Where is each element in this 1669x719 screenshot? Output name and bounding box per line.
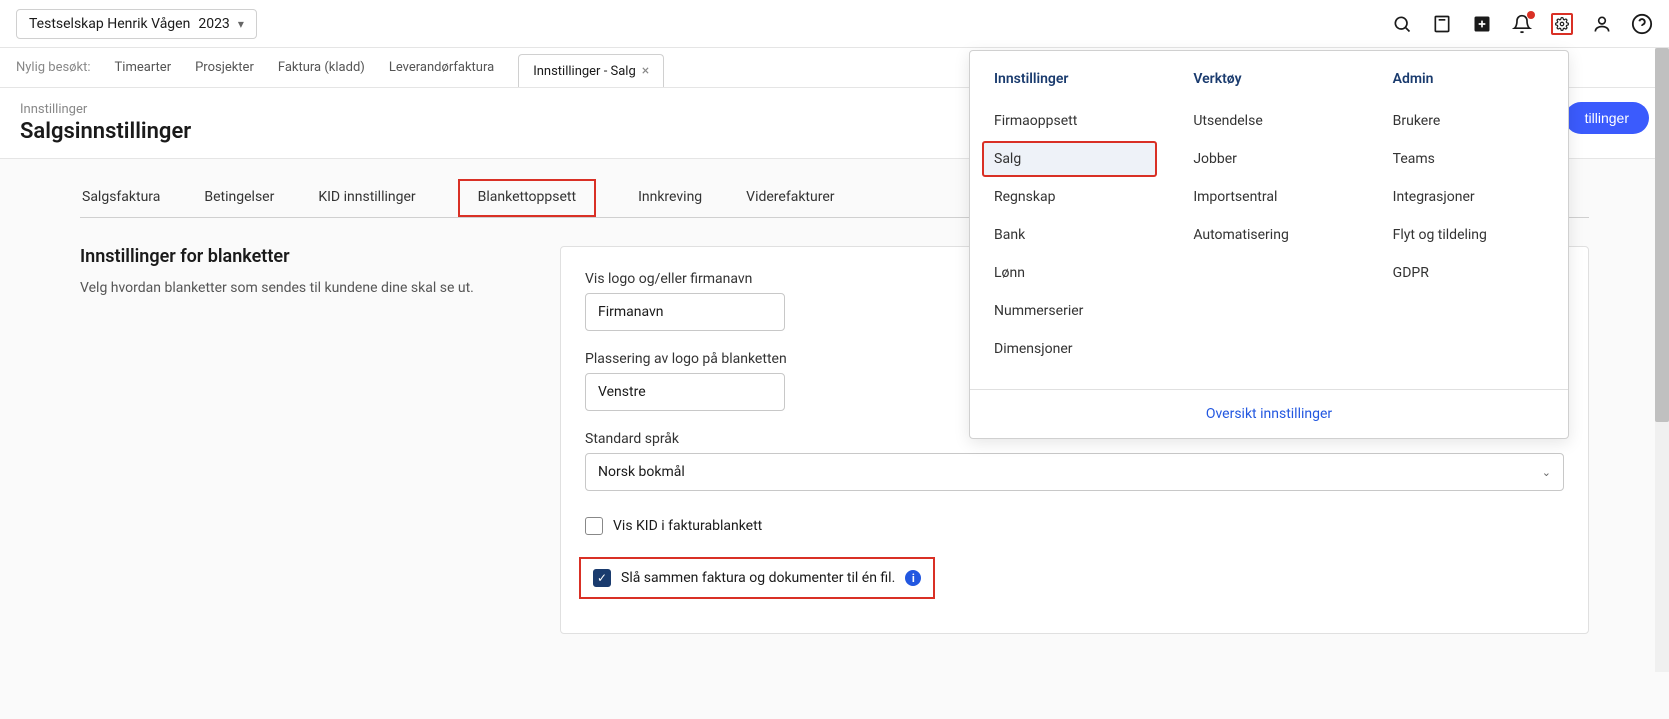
breadcrumb: Innstillinger — [20, 102, 191, 117]
section-heading: Innstillinger for blanketter — [80, 246, 500, 267]
language-value: Norsk bokmål — [598, 464, 685, 480]
position-value: Venstre — [598, 384, 646, 400]
menu-col-title: Innstillinger — [994, 71, 1145, 87]
recent-link[interactable]: Timearter — [115, 60, 172, 75]
recent-link[interactable]: Faktura (kladd) — [278, 60, 365, 75]
merge-checkbox-row[interactable]: ✓ Slå sammen faktura og dokumenter til é… — [579, 557, 935, 599]
tab-innkreving[interactable]: Innkreving — [636, 179, 704, 217]
merge-checkbox[interactable]: ✓ — [593, 569, 611, 587]
recent-link[interactable]: Leverandørfaktura — [389, 60, 494, 75]
close-icon[interactable]: × — [642, 63, 649, 79]
menu-item-flyt[interactable]: Flyt og tildeling — [1381, 217, 1556, 253]
section-description: Velg hvordan blanketter som sendes til k… — [80, 279, 500, 299]
menu-item-lonn[interactable]: Lønn — [982, 255, 1157, 291]
company-name: Testselskap Henrik Vågen — [29, 16, 190, 32]
logo-value: Firmanavn — [598, 304, 664, 320]
save-button[interactable]: tillinger — [1565, 102, 1649, 134]
menu-item-utsendelse[interactable]: Utsendelse — [1181, 103, 1356, 139]
info-icon[interactable]: i — [905, 570, 921, 586]
kid-checkbox-row[interactable]: Vis KID i fakturablankett — [585, 511, 1564, 541]
menu-col-title: Admin — [1393, 71, 1544, 87]
tab-betingelser[interactable]: Betingelser — [202, 179, 276, 217]
menu-item-firmaoppsett[interactable]: Firmaoppsett — [982, 103, 1157, 139]
company-year-selector[interactable]: Testselskap Henrik Vågen 2023 ▾ — [16, 9, 257, 39]
company-year: 2023 — [198, 16, 229, 32]
scrollbar-thumb[interactable] — [1655, 48, 1669, 422]
add-icon[interactable] — [1471, 13, 1493, 35]
menu-item-teams[interactable]: Teams — [1381, 141, 1556, 177]
notifications-icon[interactable] — [1511, 13, 1533, 35]
merge-checkbox-label: Slå sammen faktura og dokumenter til én … — [621, 570, 895, 586]
kid-checkbox[interactable] — [585, 517, 603, 535]
search-icon[interactable] — [1391, 13, 1413, 35]
menu-footer-link[interactable]: Oversikt innstillinger — [1206, 406, 1332, 422]
menu-item-importsentral[interactable]: Importsentral — [1181, 179, 1356, 215]
settings-gear-icon[interactable] — [1551, 13, 1573, 35]
user-icon[interactable] — [1591, 13, 1613, 35]
notification-dot — [1527, 11, 1535, 19]
menu-item-automatisering[interactable]: Automatisering — [1181, 217, 1356, 253]
calculator-icon[interactable] — [1431, 13, 1453, 35]
menu-item-bank[interactable]: Bank — [982, 217, 1157, 253]
recent-label: Nylig besøkt: — [16, 60, 91, 75]
menu-item-gdpr[interactable]: GDPR — [1381, 255, 1556, 291]
position-select[interactable]: Venstre — [585, 373, 785, 411]
scrollbar[interactable] — [1655, 48, 1669, 672]
tab-viderefakturer[interactable]: Viderefakturer — [744, 179, 836, 217]
tab-kid[interactable]: KID innstillinger — [316, 179, 417, 217]
menu-col-title: Verktøy — [1193, 71, 1344, 87]
chevron-down-icon: ⌄ — [1542, 466, 1551, 479]
active-recent-tab[interactable]: Innstillinger - Salg × — [518, 54, 664, 87]
language-select[interactable]: Norsk bokmål ⌄ — [585, 453, 1564, 491]
kid-checkbox-label: Vis KID i fakturablankett — [613, 518, 762, 534]
page-title: Salgsinnstillinger — [20, 119, 191, 144]
menu-item-integrasjoner[interactable]: Integrasjoner — [1381, 179, 1556, 215]
settings-mega-menu: Innstillinger Firmaoppsett Salg Regnskap… — [969, 50, 1569, 439]
tab-label: Innstillinger - Salg — [533, 64, 636, 79]
logo-select[interactable]: Firmanavn — [585, 293, 785, 331]
menu-item-dimensjoner[interactable]: Dimensjoner — [982, 331, 1157, 367]
tab-blankettoppsett[interactable]: Blankettoppsett — [458, 179, 596, 217]
chevron-down-icon: ▾ — [238, 17, 244, 31]
menu-item-salg[interactable]: Salg — [982, 141, 1157, 177]
menu-item-nummerserier[interactable]: Nummerserier — [982, 293, 1157, 329]
recent-link[interactable]: Prosjekter — [195, 60, 254, 75]
menu-item-brukere[interactable]: Brukere — [1381, 103, 1556, 139]
tab-salgsfaktura[interactable]: Salgsfaktura — [80, 179, 162, 217]
menu-item-jobber[interactable]: Jobber — [1181, 141, 1356, 177]
help-icon[interactable] — [1631, 13, 1653, 35]
menu-item-regnskap[interactable]: Regnskap — [982, 179, 1157, 215]
